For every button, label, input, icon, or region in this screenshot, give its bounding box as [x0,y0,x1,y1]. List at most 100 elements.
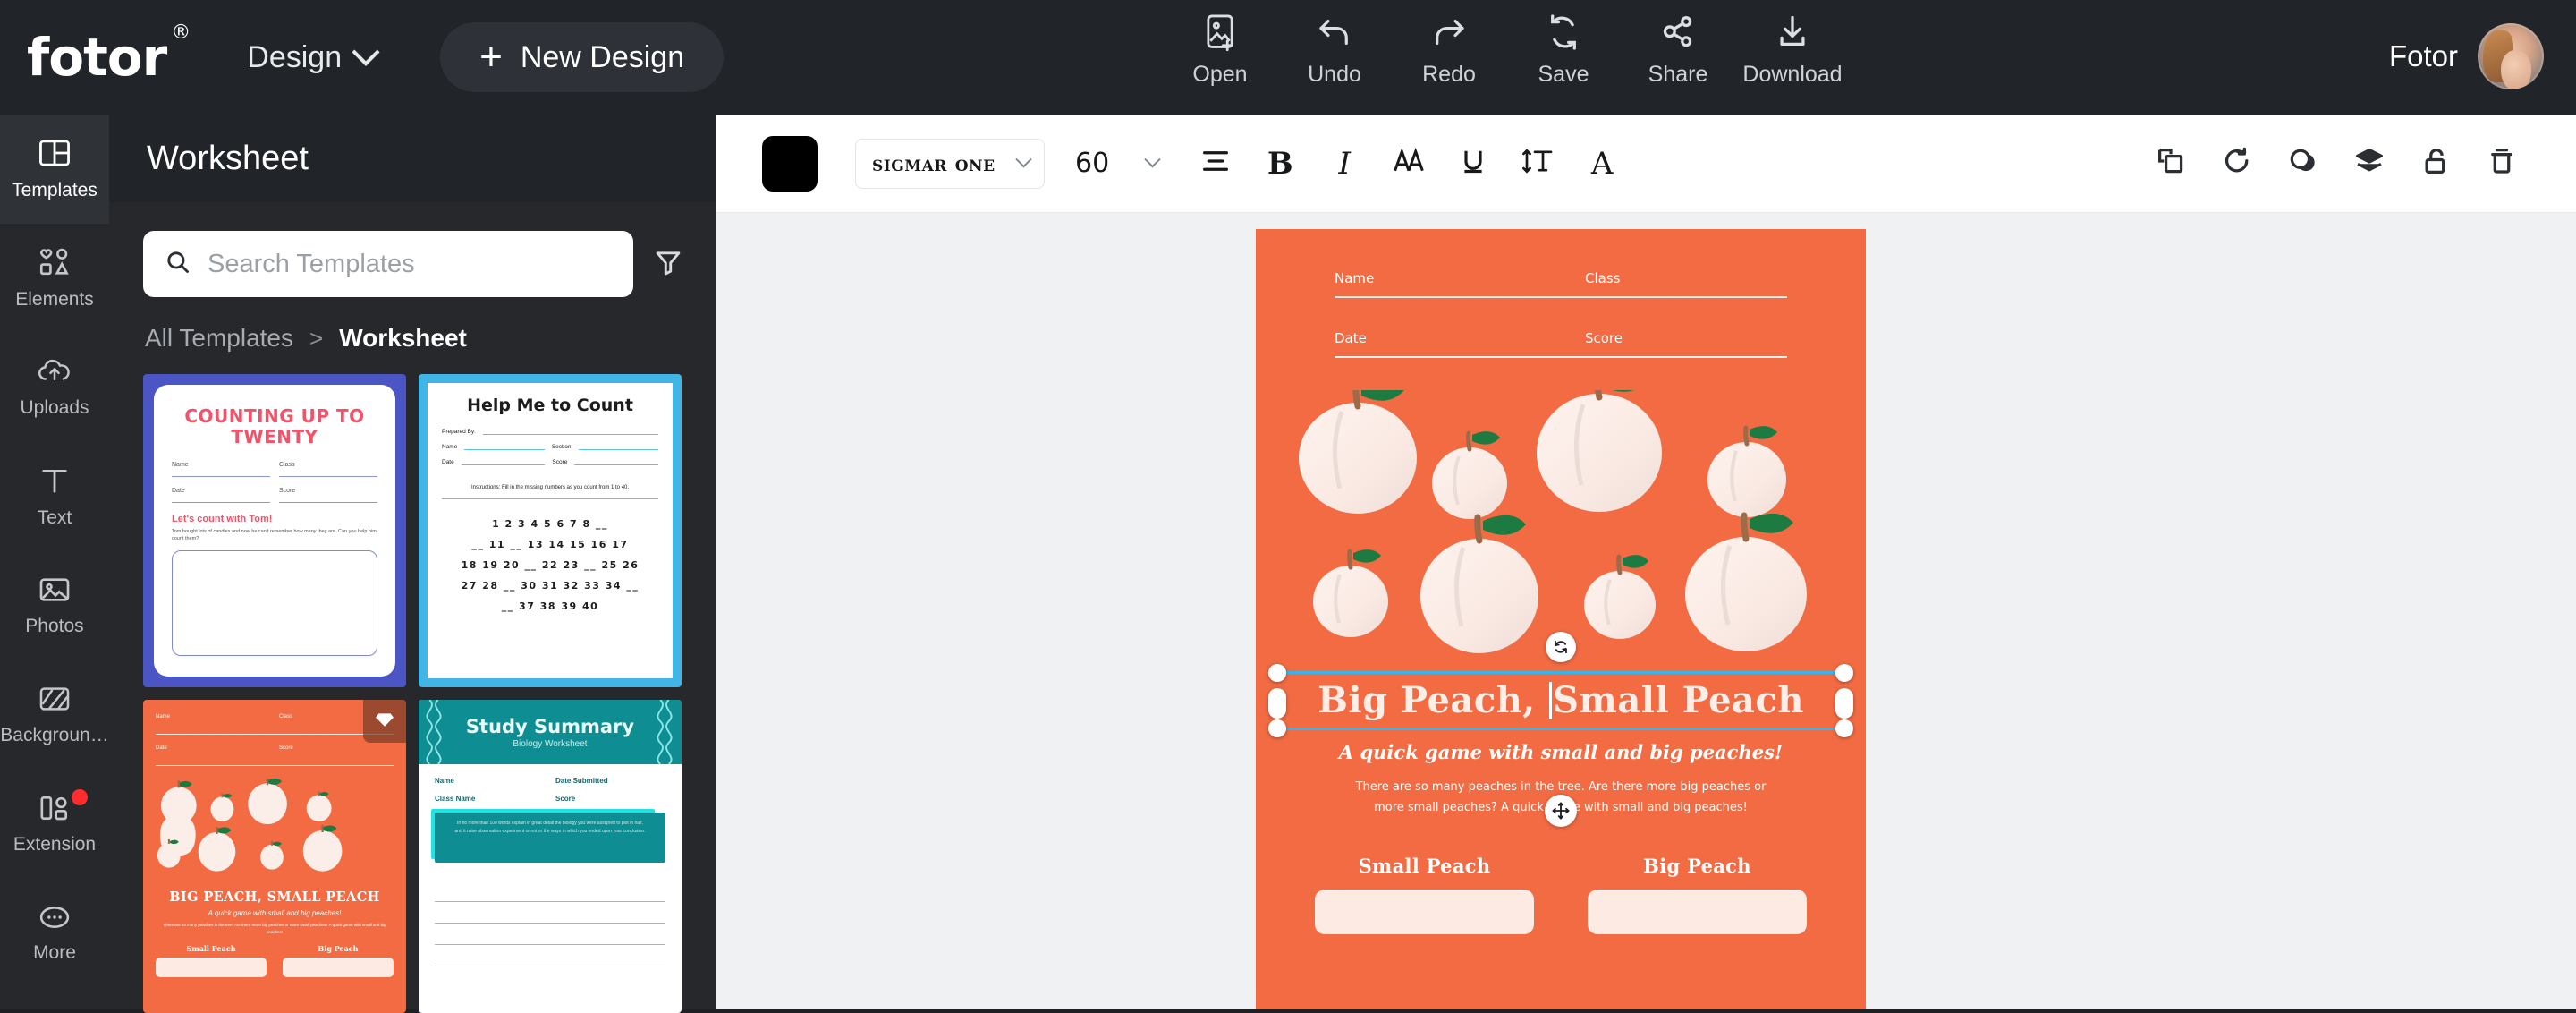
sidebar-item-elements[interactable]: Elements [0,224,109,333]
extension-icon [37,793,72,828]
fotor-logo[interactable]: fotor ® [27,21,191,88]
delete-button[interactable] [2469,131,2535,197]
avatar[interactable] [2478,23,2544,89]
page-title: Worksheet [147,139,309,177]
answer-columns: Small Peach Big Peach [1315,855,1807,934]
field-row: Date Score [1335,330,1787,358]
reset-button[interactable] [2204,131,2270,197]
template-field-label: Date [442,459,454,465]
sidebar-item-text[interactable]: Text [0,442,109,551]
template-number-grid: 1 2 3 4 5 6 7 8 __ __ 11 __ 13 14 15 16 … [442,514,658,617]
design-menu[interactable]: Design [247,38,380,75]
field-underline [1335,289,1787,298]
italic-button[interactable]: I [1312,132,1377,196]
text-effects-button[interactable]: A [1570,132,1634,196]
sidebar-item-uploads[interactable]: Uploads [0,333,109,442]
opacity-circles-icon [2288,146,2318,181]
template-field-label: Date Submitted [555,777,608,785]
share-icon [1659,11,1697,54]
user-profile[interactable]: Fotor [2389,23,2544,89]
number-row: 27 28 __ 30 31 32 33 34 __ [461,580,640,592]
filter-icon [653,247,683,282]
object-actions-group [2138,131,2535,197]
sidebar-item-label: More [33,942,76,963]
open-button[interactable]: Open [1163,11,1277,88]
peach-illustration-group[interactable] [1295,370,1826,659]
logo-registered-mark: ® [171,21,191,44]
peach-large-4 [1685,512,1807,651]
font-family-select[interactable]: Sigmar One [855,138,1045,189]
open-image-icon [1202,11,1238,54]
underline-button[interactable] [1441,132,1505,196]
undo-button[interactable]: Undo [1277,11,1392,88]
underline-icon [1459,147,1487,180]
rotate-handle-icon[interactable] [1546,632,1576,662]
peach-large-3 [1420,514,1538,653]
share-button[interactable]: Share [1621,11,1735,88]
worksheet-subtitle[interactable]: A quick game with small and big peaches! [1256,741,1866,763]
template-field-label: Score [279,745,293,751]
download-button[interactable]: Download [1735,11,1850,88]
selected-text-element[interactable]: Big Peach, Small Peach A quick game with… [1256,632,1866,827]
template-field-label: Section [551,444,572,450]
layers-button[interactable] [2336,131,2402,197]
template-card-study-summary[interactable]: Study Summary Biology Worksheet Name Dat… [419,700,682,1013]
line-height-icon [1521,147,1554,180]
worksheet-fields: Name Class Date Score [1256,229,1866,358]
design-menu-label: Design [247,39,343,74]
template-title: BIG PEACH, SMALL PEACH [169,890,380,905]
template-card-counting-up-to-twenty[interactable]: COUNTING UP TO TWENTY Name Class Date Sc… [143,374,406,687]
redo-button[interactable]: Redo [1392,11,1506,88]
field-label-name: Name [1335,270,1375,286]
sidebar-item-extension[interactable]: Extension [0,770,109,879]
template-title: COUNTING UP TO TWENTY [184,405,365,447]
title-part-1: Big Peach, [1318,679,1549,721]
duplicate-button[interactable] [2138,131,2204,197]
peach-small-4 [1584,554,1656,639]
worksheet-title[interactable]: Big Peach, Small Peach [1256,671,1866,730]
filter-button[interactable] [653,247,683,282]
template-body: In no more than 100 words explain in gre… [435,813,665,863]
undo-icon [1314,11,1355,54]
align-button[interactable] [1183,132,1248,196]
field-label-class: Class [1585,270,1621,286]
answer-box[interactable] [1588,889,1807,934]
line-height-button[interactable] [1505,132,1570,196]
transparency-button[interactable] [2270,131,2336,197]
template-field-label: Name [442,444,458,450]
font-size-value: 60 [1075,148,1110,179]
breadcrumb-separator: > [309,324,324,352]
answer-column-small-peach[interactable]: Small Peach [1315,855,1534,934]
logo-text: fotor [27,27,167,88]
answer-box[interactable] [1315,889,1534,934]
worksheet-document[interactable]: Name Class Date Score Big Peach, Small P… [1256,229,1866,1009]
template-field-label: Score [279,488,296,494]
font-size-select[interactable]: 60 [1075,148,1161,179]
bold-button[interactable]: B [1248,132,1312,196]
template-field-label: Date [172,488,185,494]
template-card-help-me-to-count[interactable]: Help Me to Count Prepared By: Name Secti… [419,374,682,687]
template-card-big-peach-small-peach[interactable]: Name Class Date Score BIG PEACH, SMALL P… [143,700,406,1013]
move-handle-icon[interactable] [1545,795,1577,827]
text-color-swatch[interactable] [762,135,818,192]
new-design-button[interactable]: + New Design [440,22,724,92]
sidebar-item-more[interactable]: More [0,879,109,988]
canvas-area[interactable]: Name Class Date Score Big Peach, Small P… [716,213,2576,1009]
number-row: 18 19 20 __ 22 23 __ 25 26 [461,559,640,572]
sidebar-item-photos[interactable]: Photos [0,551,109,660]
answer-column-big-peach[interactable]: Big Peach [1588,855,1807,934]
search-input[interactable]: Search Templates [143,231,633,297]
more-icon [36,903,73,936]
letter-spacing-button[interactable] [1377,132,1441,196]
search-icon [165,249,191,280]
sidebar-item-background[interactable]: Backgroun… [0,660,109,770]
template-writing-lines [435,881,665,966]
sidebar-item-templates[interactable]: Templates [0,115,109,224]
breadcrumb-all-templates[interactable]: All Templates [145,324,293,353]
template-field-label: Name [435,777,454,785]
save-button[interactable]: Save [1506,11,1621,88]
number-row: 1 2 3 4 5 6 7 8 __ [492,518,608,530]
font-family-value: Sigmar One [872,150,996,176]
lock-button[interactable] [2402,131,2469,197]
template-subtitle: Let's count with Tom! [172,514,273,524]
